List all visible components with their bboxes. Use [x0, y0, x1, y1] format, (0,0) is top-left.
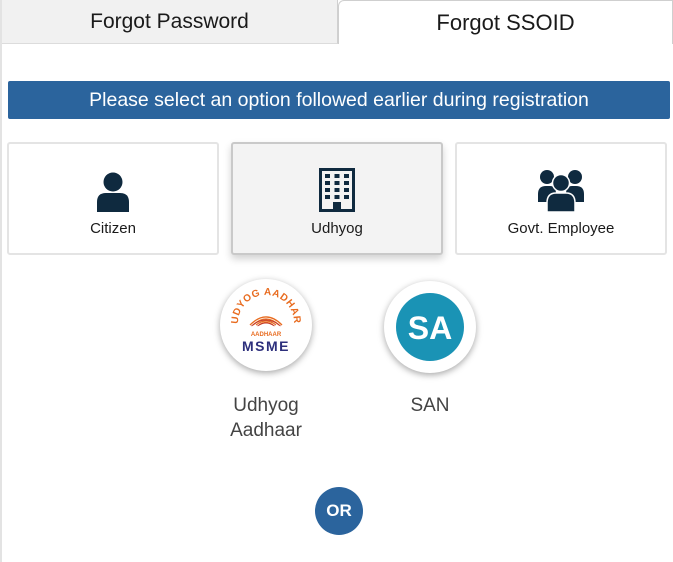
instruction-banner: Please select an option followed earlier… [8, 81, 670, 119]
user-icon [96, 166, 130, 212]
left-border [0, 0, 2, 562]
govt-employee-label: Govt. Employee [507, 220, 615, 237]
citizen-option-card[interactable]: Citizen [7, 142, 219, 255]
udhyog-label: Udhyog [311, 220, 363, 237]
udhyog-aadhaar-label: Udhyog Aadhaar [206, 393, 326, 443]
san-logo: SA [396, 293, 464, 361]
svg-text:MSME: MSME [242, 338, 290, 354]
san-option[interactable]: SA [384, 281, 476, 373]
tab-forgot-password[interactable]: Forgot Password [2, 0, 338, 44]
govt-employee-option-card[interactable]: Govt. Employee [455, 142, 667, 255]
citizen-label: Citizen [90, 220, 136, 237]
udhyog-option-card[interactable]: Udhyog [231, 142, 443, 255]
building-icon [319, 166, 355, 212]
udyog-aadhaar-option[interactable]: UDYOG AADHAR AADHAAR MSME [220, 279, 312, 371]
svg-text:SA: SA [408, 310, 452, 346]
udhyog-aadhaar-label-line2: Aadhaar [230, 420, 302, 441]
udhyog-aadhaar-label-line1: Udhyog [233, 395, 299, 416]
or-divider-badge: OR [315, 487, 363, 535]
tab-forgot-ssoid[interactable]: Forgot SSOID [338, 0, 673, 44]
udyog-aadhar-logo: UDYOG AADHAR AADHAAR MSME [230, 287, 302, 354]
san-label: SAN [410, 395, 450, 416]
users-group-icon [538, 166, 584, 212]
